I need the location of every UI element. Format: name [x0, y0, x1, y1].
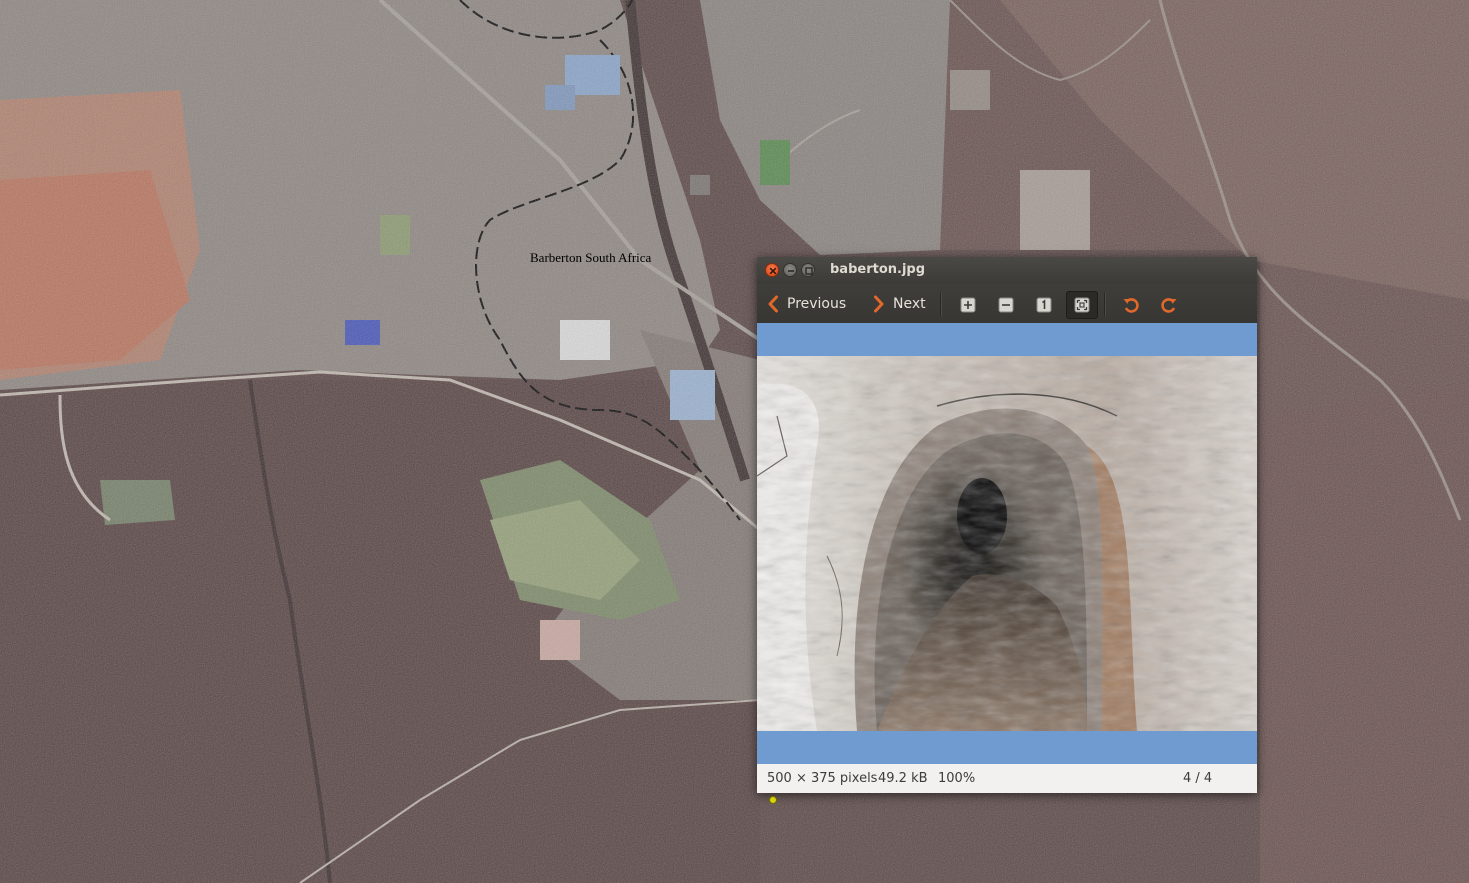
rotate-right-button[interactable]: [1154, 291, 1186, 319]
best-fit-icon: [1074, 297, 1090, 313]
image-viewer-window: baberton.jpg Previous Next 500 × 375 pix…: [757, 257, 1257, 793]
maximize-icon: [805, 267, 813, 275]
chevron-right-icon: [874, 295, 884, 313]
zoom-in-button[interactable]: [952, 291, 984, 319]
tunnel-photo: [757, 356, 1257, 731]
zoom-level: 100%: [938, 771, 976, 786]
next-label: Next: [893, 296, 926, 312]
previous-label: Previous: [787, 296, 847, 312]
chevron-left-icon: [768, 295, 778, 313]
close-icon: [769, 267, 777, 275]
window-titlebar[interactable]: baberton.jpg: [757, 257, 1257, 284]
file-size: 49.2 kB: [878, 771, 928, 786]
statusbar: 500 × 375 pixels 49.2 kB 100% 4 / 4: [757, 764, 1257, 793]
image-canvas[interactable]: [757, 323, 1257, 764]
desktop: Barberton South Africa baberton.jpg Prev…: [0, 0, 1469, 883]
best-fit-button[interactable]: [1066, 291, 1098, 319]
window-title: baberton.jpg: [830, 262, 926, 277]
rotate-right-icon: [1161, 298, 1177, 313]
minimize-button[interactable]: [783, 263, 797, 277]
maximize-button[interactable]: [801, 263, 815, 277]
next-button[interactable]: Next: [873, 291, 926, 317]
toolbar: Previous Next: [757, 284, 1257, 323]
rotate-left-button[interactable]: [1116, 291, 1148, 319]
previous-button[interactable]: Previous: [767, 291, 846, 317]
map-place-label: Barberton South Africa: [530, 250, 652, 265]
normal-size-icon: [1036, 297, 1052, 313]
image-position: 4 / 4: [1183, 771, 1213, 786]
image-dimensions: 500 × 375 pixels: [767, 771, 878, 786]
close-button[interactable]: [765, 263, 779, 277]
zoom-in-icon: [960, 297, 976, 313]
minimize-icon: [788, 270, 794, 272]
toolbar-separator: [940, 293, 942, 317]
rotate-left-icon: [1123, 298, 1139, 313]
normal-size-button[interactable]: [1028, 291, 1060, 319]
zoom-out-button[interactable]: [990, 291, 1022, 319]
zoom-out-icon: [998, 297, 1014, 313]
toolbar-separator: [1104, 293, 1106, 317]
cursor-indicator: [769, 796, 777, 804]
